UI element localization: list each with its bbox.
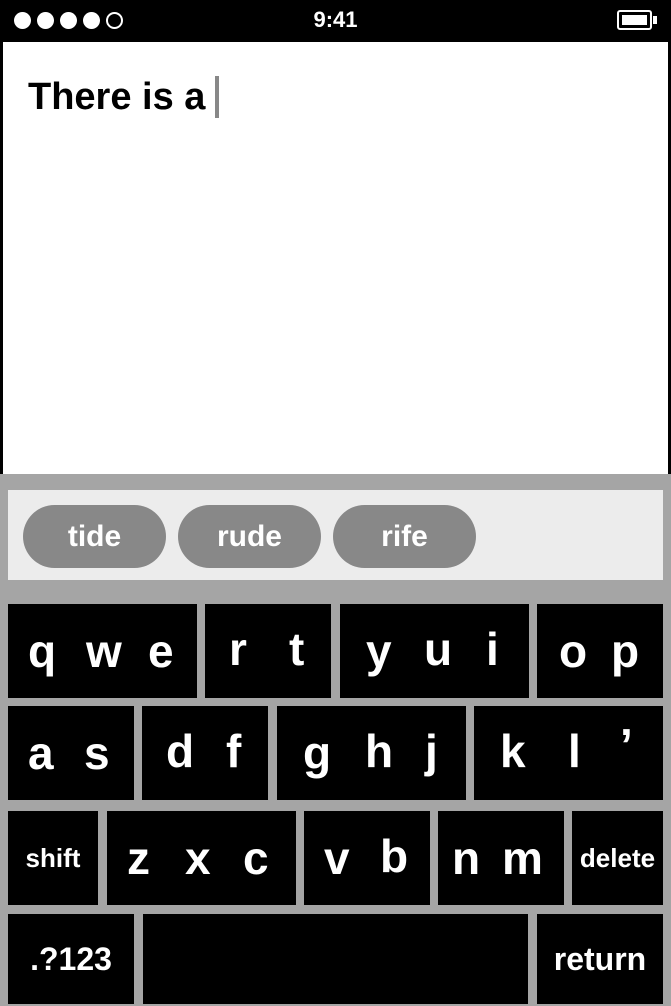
suggestion-bar: tide rude rife bbox=[8, 490, 663, 580]
key-op[interactable]: o p bbox=[537, 604, 663, 698]
battery-level bbox=[622, 15, 647, 25]
key-nm[interactable]: n m bbox=[438, 811, 564, 905]
numbers-key[interactable]: .?123 bbox=[8, 914, 134, 1004]
key-n[interactable]: n bbox=[452, 835, 480, 881]
shift-key-label: shift bbox=[25, 842, 81, 873]
key-l[interactable]: l bbox=[568, 728, 581, 774]
key-x[interactable]: x bbox=[185, 835, 211, 881]
battery-tip-icon bbox=[653, 16, 657, 24]
key-t[interactable]: t bbox=[289, 626, 304, 672]
key-f[interactable]: f bbox=[226, 728, 241, 774]
key-df[interactable]: d f bbox=[142, 706, 268, 800]
key-rt[interactable]: r t bbox=[205, 604, 331, 698]
shift-key[interactable]: shift bbox=[8, 811, 98, 905]
key-e[interactable]: e bbox=[148, 628, 174, 674]
suggestion-tide[interactable]: tide bbox=[23, 505, 166, 568]
status-bar: 9:41 bbox=[0, 0, 671, 42]
key-k[interactable]: k bbox=[500, 728, 526, 774]
text-editor[interactable]: There is a bbox=[3, 42, 668, 474]
key-yui[interactable]: y u i bbox=[340, 604, 529, 698]
return-key[interactable]: return bbox=[537, 914, 663, 1004]
key-apostrophe[interactable]: ’ bbox=[620, 722, 633, 768]
key-y[interactable]: y bbox=[366, 628, 392, 674]
key-i[interactable]: i bbox=[486, 626, 499, 672]
typed-text: There is a bbox=[28, 76, 206, 118]
key-w[interactable]: w bbox=[86, 628, 122, 674]
key-q[interactable]: q bbox=[28, 628, 56, 674]
text-line: There is a bbox=[28, 42, 220, 118]
key-m[interactable]: m bbox=[502, 835, 543, 881]
key-zxc[interactable]: z x c bbox=[107, 811, 296, 905]
numbers-key-label: .?123 bbox=[30, 940, 112, 977]
suggestion-rude[interactable]: rude bbox=[178, 505, 321, 568]
key-u[interactable]: u bbox=[424, 626, 452, 672]
key-a[interactable]: a bbox=[28, 730, 54, 776]
delete-key-label: delete bbox=[579, 842, 656, 873]
key-o[interactable]: o bbox=[559, 628, 587, 674]
key-h[interactable]: h bbox=[365, 728, 393, 774]
key-kl-apostrophe[interactable]: k l ’ bbox=[474, 706, 663, 800]
delete-key[interactable]: delete bbox=[572, 811, 663, 905]
return-key-label: return bbox=[553, 940, 647, 977]
key-z[interactable]: z bbox=[127, 835, 150, 881]
keyboard: tide rude rife q w e r t y u i o p a s d… bbox=[0, 474, 671, 1006]
phone-screen: 9:41 There is a tide rude rife q w e r t… bbox=[0, 0, 671, 1006]
key-d[interactable]: d bbox=[166, 728, 194, 774]
space-key[interactable] bbox=[143, 914, 528, 1004]
text-cursor bbox=[215, 76, 220, 118]
key-qwe[interactable]: q w e bbox=[8, 604, 197, 698]
battery-icon bbox=[617, 10, 652, 30]
key-p[interactable]: p bbox=[611, 628, 639, 674]
key-j[interactable]: j bbox=[425, 728, 438, 774]
key-ghj[interactable]: g h j bbox=[277, 706, 466, 800]
key-b[interactable]: b bbox=[380, 833, 408, 879]
key-s[interactable]: s bbox=[84, 730, 110, 776]
status-time: 9:41 bbox=[313, 7, 358, 32]
key-v[interactable]: v bbox=[324, 835, 350, 881]
suggestion-rife[interactable]: rife bbox=[333, 505, 476, 568]
key-vb[interactable]: v b bbox=[304, 811, 430, 905]
key-as[interactable]: a s bbox=[8, 706, 134, 800]
key-r[interactable]: r bbox=[229, 626, 247, 672]
key-c[interactable]: c bbox=[243, 835, 269, 881]
key-g[interactable]: g bbox=[303, 730, 331, 776]
